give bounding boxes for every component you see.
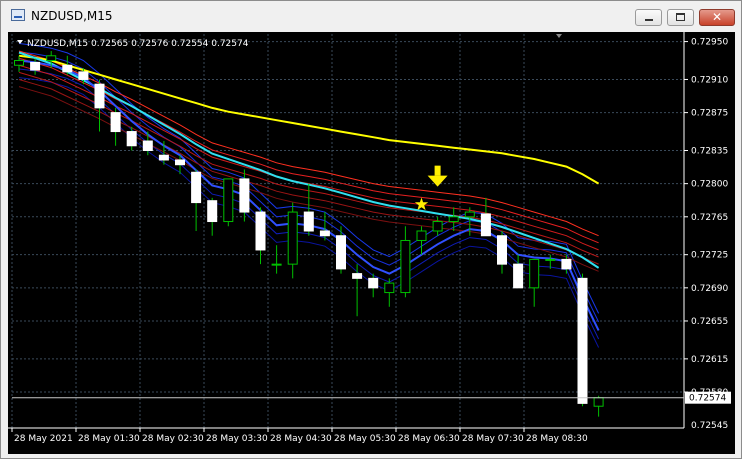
candle-body (110, 112, 121, 133)
star-signal-icon (414, 197, 429, 211)
candle-body (432, 221, 443, 232)
candle-body (239, 178, 250, 213)
price-chart[interactable]: 0.72950 0.72910 0.72875 0.72835 0.72800 0.727… (8, 32, 735, 454)
chart-window-icon (11, 9, 25, 21)
ma-fast-line (18, 43, 600, 314)
candle-body (513, 263, 524, 289)
chart-window: NZDUSD,M15 ✕ 0.72950 0.72910 0.72875 0.7283… (0, 0, 742, 459)
candle-body (94, 83, 105, 109)
candle-body (336, 235, 346, 270)
x-tick-label: 28 May 04:30 (270, 434, 332, 444)
candle-body (46, 55, 57, 62)
candle-body (529, 258, 540, 289)
arrow-down-signal-icon (427, 175, 448, 187)
x-tick-label: 28 May 07:30 (462, 434, 524, 444)
candle-body (271, 263, 282, 266)
y-tick-label: 0.72690 (691, 284, 728, 294)
y-tick-label: 0.72725 (691, 251, 728, 261)
candle-body (416, 230, 427, 241)
ma-yellow-line (18, 54, 600, 185)
candle-body (497, 235, 507, 265)
candle-body (255, 211, 266, 251)
x-tick-label: 28 May 08:30 (526, 434, 588, 444)
y-tick-label: 0.72765 (691, 213, 728, 223)
candle-body (158, 154, 169, 161)
x-tick-label: 28 May 01:30 (78, 434, 140, 444)
ma-slow-line (18, 79, 599, 265)
y-tick-label: 0.72615 (691, 355, 728, 365)
y-tick-label: 0.72875 (691, 109, 728, 119)
window-title: NZDUSD,M15 (31, 9, 113, 23)
signals (414, 165, 448, 211)
y-tick-label: 0.72655 (691, 317, 728, 327)
x-tick-label: 28 May 05:30 (334, 434, 396, 444)
candle-body (448, 216, 459, 223)
close-icon: ✕ (711, 10, 723, 24)
minimize-icon (645, 19, 653, 21)
candle-body (577, 277, 588, 404)
y-tick-label: 0.72910 (691, 75, 728, 85)
x-tick-label: 28 May 03:30 (206, 434, 268, 444)
symbol-header: NZDUSD,M15 0.72565 0.72576 0.72554 0.725… (27, 39, 249, 49)
candle-body (561, 258, 572, 270)
candle-body (223, 178, 234, 223)
y-min-label: 0.72545 (691, 421, 728, 431)
candle-body (30, 61, 41, 71)
arrow-down-signal-stem (434, 165, 441, 176)
candle-body (207, 200, 218, 223)
last-price-label: 0.72574 (689, 394, 726, 404)
candle-body (78, 71, 89, 80)
maximize-icon (676, 13, 685, 21)
x-tick-label: 28 May 02:30 (142, 434, 204, 444)
chart-header: NZDUSD,M15 0.72565 0.72576 0.72554 0.725… (17, 39, 249, 49)
y-tick-label: 0.72800 (691, 180, 728, 190)
title-bar[interactable]: NZDUSD,M15 ✕ (1, 1, 741, 31)
candle-body (545, 258, 556, 261)
candle-body (287, 211, 298, 265)
candles (14, 51, 604, 417)
candle-body (62, 64, 73, 73)
candle-body (480, 213, 491, 237)
axes: 0.72950 0.72910 0.72875 0.72835 0.72800 0.727… (8, 32, 731, 444)
candle-body (126, 131, 137, 147)
y-tick-label: 0.72835 (691, 146, 728, 156)
candle-body (191, 171, 202, 204)
candle-body (368, 277, 379, 289)
candle-body (303, 211, 314, 232)
shift-marker-icon[interactable] (556, 34, 562, 38)
x-tick-label: 28 May 2021 (14, 434, 73, 444)
candle-body (142, 140, 153, 151)
minimize-button[interactable] (635, 9, 662, 26)
chart-area[interactable]: 0.72950 0.72910 0.72875 0.72835 0.72800 0.727… (8, 32, 735, 454)
candle-body (14, 60, 24, 66)
candle-body (464, 211, 475, 218)
candle-body (319, 230, 330, 237)
y-tick-label: 0.72950 (691, 38, 728, 48)
candle-body (175, 159, 185, 166)
candle-body (352, 273, 363, 279)
candle-body (400, 239, 411, 294)
candle-body (384, 282, 395, 294)
candle-body (593, 397, 604, 407)
maximize-button[interactable] (667, 9, 694, 26)
x-tick-label: 28 May 06:30 (398, 434, 460, 444)
close-button[interactable]: ✕ (699, 9, 735, 26)
